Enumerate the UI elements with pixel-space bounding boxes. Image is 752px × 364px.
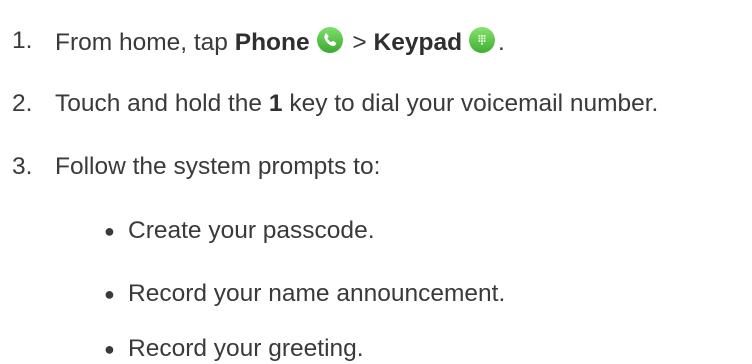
step-3-number: 3.	[12, 153, 33, 180]
step-1-separator: >	[345, 29, 374, 56]
list-item-text: Record your name announcement.	[128, 280, 506, 307]
step-1: 1. From home, tap Phone > Keypad .	[0, 26, 752, 56]
step-2-text: Touch and hold the 1 key to dial your vo…	[55, 89, 658, 119]
step-1-text: From home, tap Phone > Keypad .	[55, 26, 505, 58]
list-item-text: Create your passcode.	[128, 217, 375, 244]
bullet-icon: ●	[104, 284, 115, 304]
step-2-suffix: key to dial your voicemail number.	[282, 90, 659, 117]
step-2-number: 2.	[12, 90, 33, 117]
list-item-text: Record your greeting.	[128, 335, 364, 362]
step-3-text: Follow the system prompts to:	[55, 153, 381, 180]
list-item: ● Record your name announcement.	[0, 279, 752, 309]
key-one-label: 1	[268, 90, 283, 117]
step-1-number: 1.	[12, 27, 33, 54]
keypad-icon	[468, 26, 496, 54]
list-item: ● Create your passcode.	[0, 216, 752, 246]
step-1-prefix: From home, tap	[55, 29, 235, 56]
phone-label: Phone	[234, 29, 310, 56]
step-3: 3. Follow the system prompts to:	[0, 152, 752, 182]
step-1-suffix: .	[498, 29, 505, 56]
keypad-label: Keypad	[373, 29, 463, 56]
list-item: ● Record your greeting.	[0, 334, 752, 364]
bullet-icon: ●	[104, 221, 115, 241]
step-2-prefix: Touch and hold the	[55, 90, 269, 117]
step-2: 2. Touch and hold the 1 key to dial your…	[0, 89, 752, 119]
bullet-icon: ●	[104, 339, 115, 359]
phone-app-icon	[316, 26, 344, 54]
